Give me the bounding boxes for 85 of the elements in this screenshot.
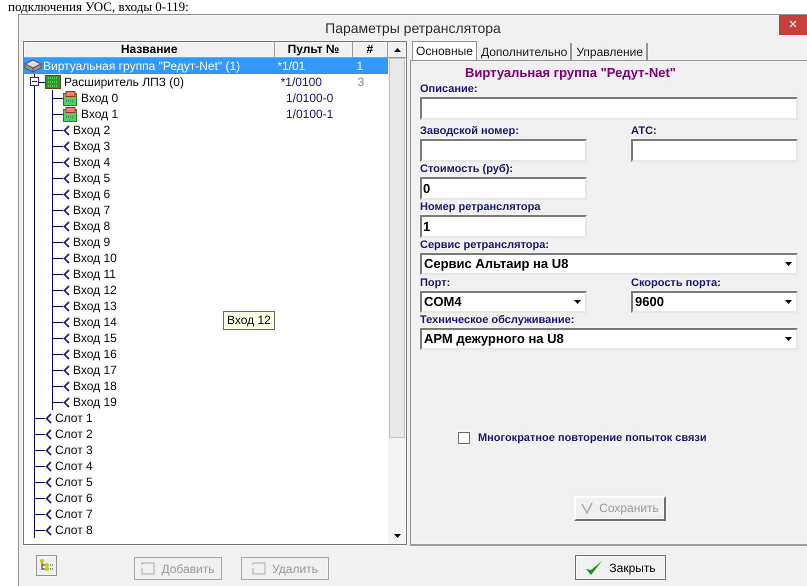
up-arrow-icon — [394, 48, 401, 52]
checkbox-label: Многократное повторение попыток связи — [478, 431, 707, 446]
close-button[interactable]: Закрыть — [575, 555, 666, 580]
dropdown[interactable]: COM4 — [420, 291, 587, 313]
tree-item[interactable]: Вход 1 — [78, 106, 122, 122]
console-number: *1/01 — [277, 59, 306, 73]
column-header[interactable]: # — [352, 42, 388, 58]
tree-item[interactable]: Слот 7 — [52, 506, 96, 522]
tree-item[interactable]: Вход 8 — [70, 218, 114, 234]
tree-item[interactable]: Вход 17 — [70, 362, 120, 378]
tree-view-button[interactable] — [36, 555, 57, 576]
tree-item[interactable]: Вход 10 — [70, 250, 120, 266]
field-label: Сервис ретранслятора: — [420, 239, 550, 252]
tree-item[interactable]: Слот 8 — [52, 522, 96, 538]
field-label: Стоимость (руб): — [420, 163, 514, 176]
tree-item[interactable]: Слот 2 — [52, 426, 96, 442]
scroll-up-button[interactable] — [388, 42, 406, 58]
tree-item[interactable]: Вход 3 — [70, 138, 114, 154]
module-icon — [63, 90, 78, 106]
tooltip: Вход 12 — [223, 311, 275, 330]
tree-item[interactable]: Вход 7 — [70, 202, 114, 218]
text-field[interactable] — [420, 97, 798, 120]
collapse-toggle[interactable] — [30, 77, 39, 86]
frame-icon — [252, 562, 266, 575]
tree-icon — [40, 559, 53, 572]
tree-item[interactable]: Вход 9 — [70, 234, 114, 250]
caret-icon — [574, 300, 580, 304]
tree-item[interactable]: Расширитель ЛПЗ (0) — [61, 74, 187, 90]
text-field[interactable] — [631, 139, 798, 162]
tree-item[interactable]: Вход 19 — [70, 394, 120, 410]
item-count: 1 — [356, 59, 364, 73]
caret-icon — [784, 262, 792, 266]
console-number: 1/0100-1 — [286, 107, 334, 121]
tree-item[interactable]: Вход 12 — [70, 282, 120, 298]
item-count: 3 — [358, 75, 364, 89]
window-title: Параметры ретранслятора — [325, 18, 501, 38]
field-label: Техническое обслуживание: — [420, 314, 576, 327]
tree-item[interactable]: Слот 6 — [52, 490, 96, 506]
console-number: *1/0100 — [280, 75, 322, 89]
down-arrow-icon — [394, 534, 401, 538]
caret-icon — [784, 300, 792, 304]
caret-icon — [784, 337, 792, 341]
field-label: АТС: — [631, 125, 658, 138]
checkbox[interactable] — [458, 432, 470, 444]
field-label: Заводской номер: — [420, 125, 520, 138]
document-text: подключения УОС, входы 0-119: — [7, 0, 189, 13]
field-label: Порт: — [420, 277, 452, 290]
tree-item[interactable]: Вход 5 — [70, 170, 114, 186]
dropdown[interactable]: 9600 — [631, 291, 798, 313]
tree-item[interactable]: Вход 0 — [78, 90, 122, 106]
console-number: 1/0100-0 — [286, 91, 334, 105]
text-field[interactable] — [420, 139, 587, 162]
dropdown[interactable]: АРМ дежурного на U8 — [420, 328, 798, 350]
field-label: Скорость порта: — [631, 277, 722, 290]
scroll-thumb[interactable] — [389, 58, 405, 438]
dropdown[interactable]: Сервис Альтаир на U8 — [420, 253, 798, 275]
tab[interactable]: Основные — [412, 41, 477, 60]
text-field[interactable]: 1 — [420, 215, 587, 238]
tree-item[interactable]: Вход 15 — [70, 330, 120, 346]
column-header[interactable]: Пульт № — [275, 42, 353, 58]
circuit-board-icon — [45, 75, 61, 89]
checkmark-icon — [585, 560, 604, 576]
tree-item[interactable]: Вход 11 — [70, 266, 119, 282]
tree-item[interactable]: Вход 18 — [70, 378, 120, 394]
field-label: Номер ретранслятора — [420, 201, 542, 214]
column-header[interactable]: Название — [24, 42, 276, 58]
tree-item[interactable]: Слот 1 — [52, 410, 96, 426]
checkmark-icon — [581, 502, 594, 514]
module-icon — [63, 106, 78, 122]
group-heading: Виртуальная группа "Редут-Net" — [464, 64, 677, 81]
frame-icon — [141, 562, 156, 575]
tree-item[interactable]: Вход 13 — [70, 298, 120, 314]
tree-item[interactable]: Слот 5 — [52, 474, 96, 490]
tree-item[interactable]: Слот 4 — [52, 458, 96, 474]
tree-item[interactable]: Вход 2 — [70, 122, 114, 138]
device-stack-icon — [24, 59, 42, 73]
tree-item[interactable]: Вход 16 — [70, 346, 120, 362]
field-label: Описание: — [420, 83, 479, 96]
close-button[interactable]: × — [779, 15, 807, 35]
tree-item[interactable]: Слот 3 — [52, 442, 96, 458]
text-field[interactable]: 0 — [420, 177, 587, 200]
tree-item[interactable]: Вход 6 — [70, 186, 114, 202]
scrollbar[interactable] — [388, 58, 406, 544]
tree-item[interactable]: Вход 14 — [70, 314, 120, 330]
tree-item[interactable]: Вход 4 — [70, 154, 114, 170]
